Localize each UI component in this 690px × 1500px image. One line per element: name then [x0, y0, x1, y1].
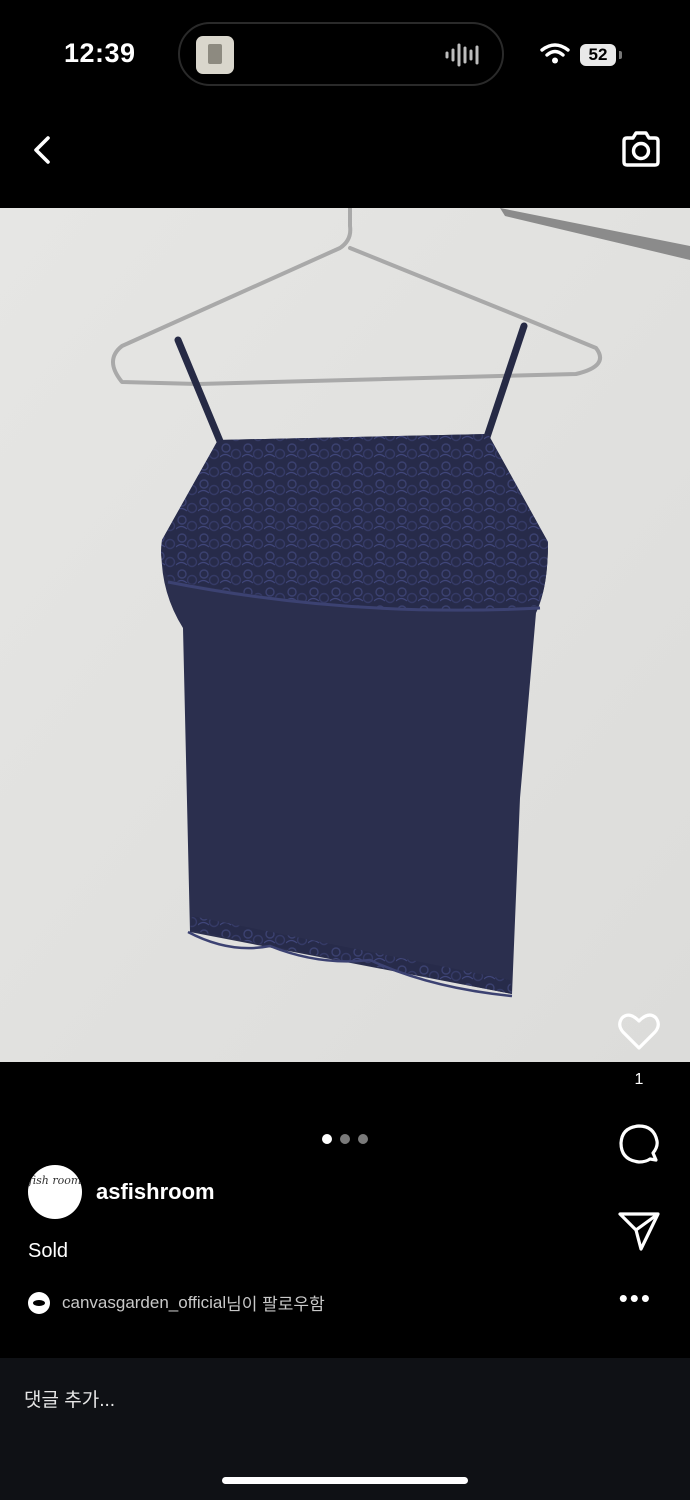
wifi-icon: [540, 43, 570, 64]
avatar-logo-text: fish room: [28, 1174, 82, 1187]
like-count: 1: [634, 1071, 644, 1088]
comment-bubble-icon[interactable]: [616, 1122, 662, 1168]
post-photo[interactable]: [0, 208, 690, 1062]
author-username[interactable]: asfishroom: [96, 1179, 215, 1205]
battery-indicator: 52: [580, 44, 616, 66]
camisole-on-hanger-image: [0, 208, 690, 1062]
audio-waveform-icon: [445, 43, 479, 67]
status-bar: 12:39 52: [0, 0, 690, 110]
heart-icon[interactable]: [616, 1008, 662, 1054]
dynamic-island[interactable]: [178, 22, 504, 86]
post-caption: Sold: [28, 1240, 69, 1262]
carousel-dot[interactable]: [340, 1134, 350, 1144]
follow-note[interactable]: canvasgarden_official 님이 팔로우함: [28, 1290, 325, 1315]
home-indicator[interactable]: [222, 1477, 468, 1484]
send-icon[interactable]: [616, 1208, 662, 1254]
follow-note-suffix: 님이 팔로우함: [226, 1295, 325, 1314]
battery-tip: [619, 51, 622, 59]
avatar[interactable]: fish room: [28, 1165, 82, 1219]
now-playing-thumbnail: [196, 36, 234, 74]
comment-input[interactable]: [24, 1390, 624, 1412]
follow-note-username: canvasgarden_official: [62, 1292, 227, 1312]
carousel-dot[interactable]: [322, 1134, 332, 1144]
chevron-left-icon[interactable]: [24, 130, 64, 170]
post-author[interactable]: fish room asfishroom: [28, 1165, 215, 1219]
action-column: 1: [616, 1008, 662, 1251]
carousel-indicator: [322, 1134, 368, 1144]
camera-icon[interactable]: [618, 126, 664, 172]
carousel-dot[interactable]: [358, 1134, 368, 1144]
top-nav: [0, 110, 690, 208]
eye-icon: [28, 1291, 50, 1314]
more-options-icon[interactable]: •••: [619, 1285, 652, 1311]
status-time: 12:39: [64, 38, 136, 68]
